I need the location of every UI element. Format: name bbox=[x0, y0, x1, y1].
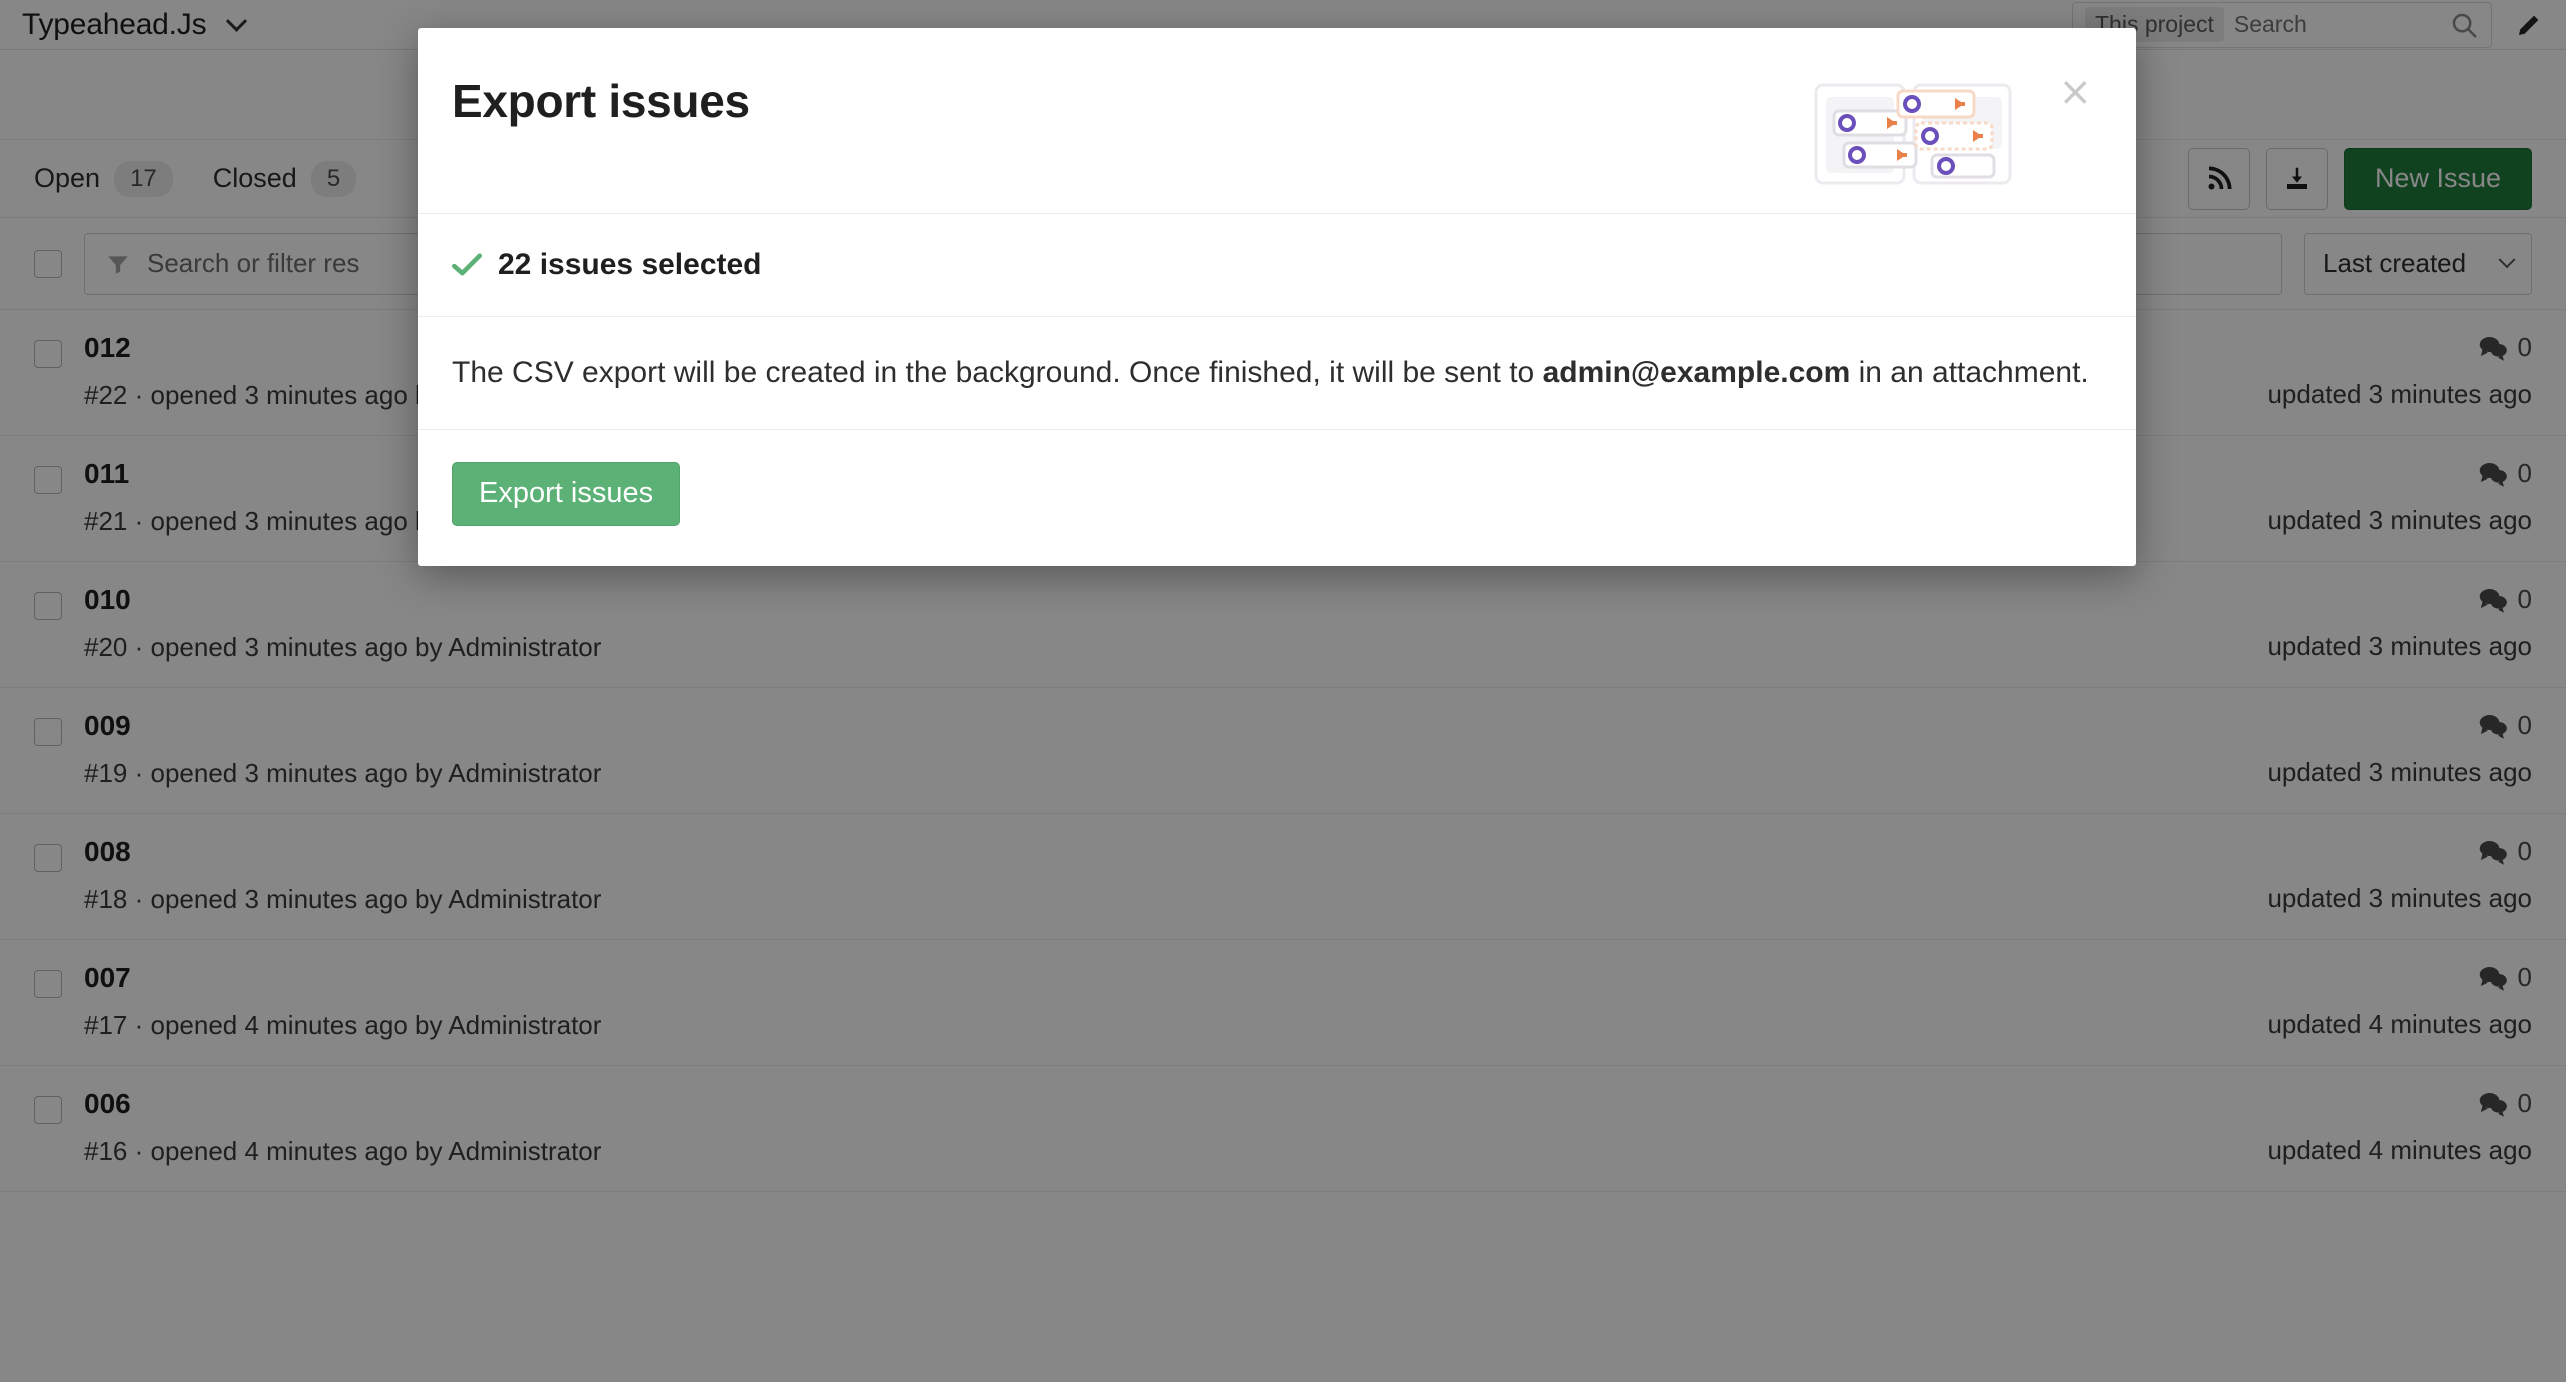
selected-count-section: 22 issues selected bbox=[418, 214, 2136, 317]
export-issues-modal: Export issues × 22 issues selected The C… bbox=[418, 28, 2136, 566]
export-description-post: in an attachment. bbox=[1850, 356, 2089, 389]
selected-count-text: 22 issues selected bbox=[498, 248, 762, 281]
export-illustration-icon bbox=[1814, 83, 2012, 185]
export-description: The CSV export will be created in the ba… bbox=[452, 351, 2096, 395]
checkmark-icon bbox=[452, 253, 482, 276]
modal-footer: Export issues bbox=[418, 430, 2136, 566]
export-email: admin@example.com bbox=[1542, 356, 1851, 389]
close-icon[interactable]: × bbox=[2058, 72, 2092, 112]
export-issues-button[interactable]: Export issues bbox=[452, 461, 681, 526]
modal-header: Export issues × bbox=[418, 28, 2136, 214]
export-description-section: The CSV export will be created in the ba… bbox=[418, 317, 2136, 430]
selected-count-line: 22 issues selected bbox=[452, 248, 2096, 282]
export-description-pre: The CSV export will be created in the ba… bbox=[452, 356, 1543, 389]
